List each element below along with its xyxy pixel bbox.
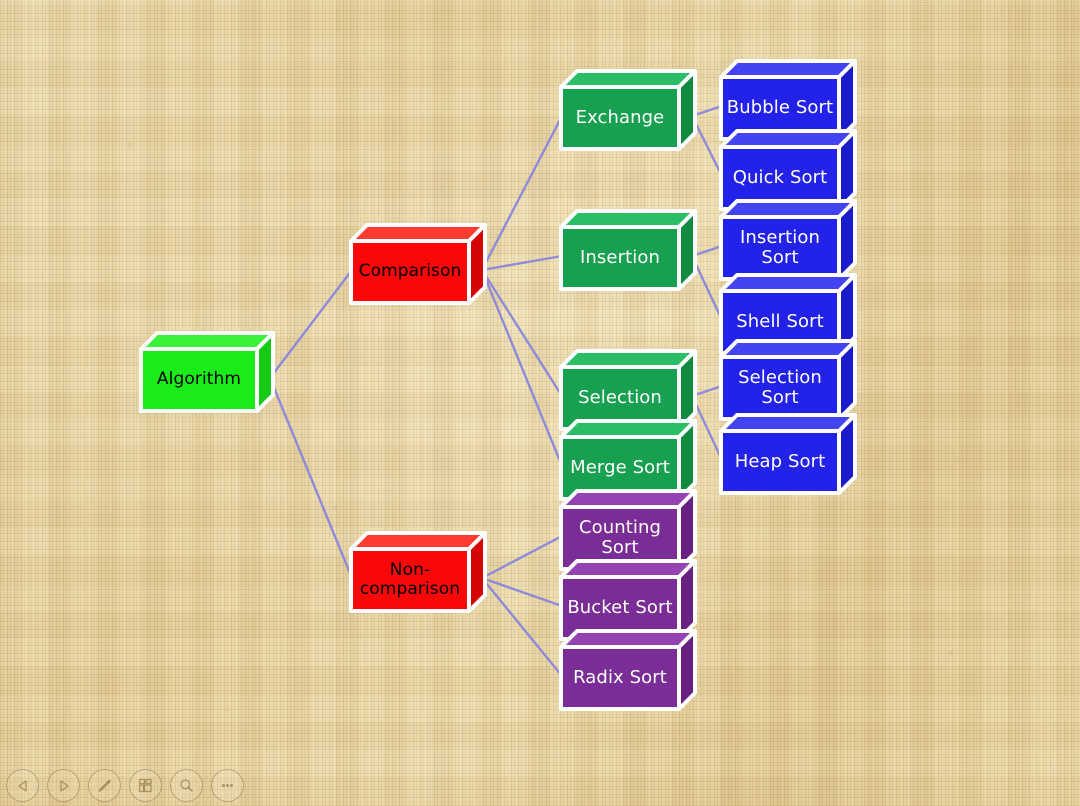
edge-noncomparison-to-countingsort xyxy=(480,534,564,580)
node-bubblesort[interactable]: Bubble Sort xyxy=(718,58,857,141)
node-bucketsort[interactable]: Bucket Sort xyxy=(558,558,697,641)
next-button[interactable] xyxy=(47,769,80,802)
edge-comparison-to-mergesort xyxy=(480,268,564,468)
triangle-left-icon xyxy=(15,778,31,794)
slides-button[interactable] xyxy=(129,769,162,802)
node-radixsort[interactable]: Radix Sort xyxy=(558,628,697,711)
pen-button[interactable] xyxy=(88,769,121,802)
edge-algorithm-to-noncomparison xyxy=(268,376,354,580)
node-shape-algorithm xyxy=(139,331,275,413)
node-shape-heapsort xyxy=(719,413,857,495)
previous-button[interactable] xyxy=(6,769,39,802)
node-heapsort[interactable]: Heap Sort xyxy=(718,412,857,495)
node-selectionsort[interactable]: Selection Sort xyxy=(718,338,857,421)
zoom-button[interactable] xyxy=(170,769,203,802)
edge-comparison-to-selection xyxy=(480,268,564,398)
node-selection[interactable]: Selection xyxy=(558,348,697,431)
more-button[interactable] xyxy=(211,769,244,802)
node-mergesort[interactable]: Merge Sort xyxy=(558,418,697,501)
node-shape-noncomparison xyxy=(349,531,487,613)
slides-grid-icon xyxy=(137,777,154,794)
edge-comparison-to-insertion xyxy=(480,254,564,272)
node-shape-exchange xyxy=(559,69,697,151)
node-algorithm[interactable]: Algorithm xyxy=(138,330,275,413)
magnifier-icon xyxy=(178,777,195,794)
node-quicksort[interactable]: Quick Sort xyxy=(718,128,857,211)
node-countingsort[interactable]: Counting Sort xyxy=(558,488,697,571)
node-insertionsort[interactable]: Insertion Sort xyxy=(718,198,857,281)
node-exchange[interactable]: Exchange xyxy=(558,68,697,151)
node-shape-insertion xyxy=(559,209,697,291)
node-shape-comparison xyxy=(349,223,487,305)
triangle-right-icon xyxy=(56,778,72,794)
ellipsis-icon xyxy=(219,777,236,794)
node-comparison[interactable]: Comparison xyxy=(348,222,487,305)
node-noncomparison[interactable]: Non- comparison xyxy=(348,530,487,613)
node-insertion[interactable]: Insertion xyxy=(558,208,697,291)
presentation-toolbar[interactable] xyxy=(4,769,246,802)
edge-algorithm-to-comparison xyxy=(268,268,354,380)
node-shape-radixsort xyxy=(559,629,697,711)
edge-comparison-to-exchange xyxy=(480,114,564,272)
pen-icon xyxy=(96,777,113,794)
